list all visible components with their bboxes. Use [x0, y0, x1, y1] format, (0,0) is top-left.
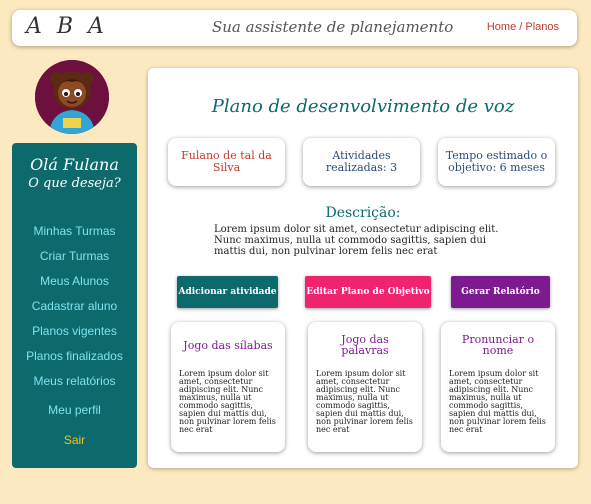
page-title: Plano de desenvolvimento de voz: [211, 96, 515, 117]
activity-card-text: Lorem ipsum dolor sit amet, consectetur …: [316, 369, 413, 434]
activity-card-title: Jogo das palavras: [341, 333, 389, 357]
sidebar-item-cadastrar-aluno[interactable]: Cadastrar aluno: [12, 294, 137, 319]
greeting-question: O que deseja?: [28, 176, 121, 191]
description-text: Lorem ipsum dolor sit amet, consectetur …: [214, 224, 499, 257]
app-logo[interactable]: A B A: [26, 14, 108, 39]
breadcrumb-separator: /: [516, 21, 526, 33]
activity-card[interactable]: Jogo das palavras Lorem ipsum dolor sit …: [308, 322, 422, 452]
activity-card-title: Jogo das sílabas: [183, 338, 273, 352]
activities-count: Atividades realizadas: 3: [325, 149, 398, 174]
sidebar-item-meu-perfil[interactable]: Meu perfil: [12, 398, 137, 423]
edit-plan-button[interactable]: Editar Plano de Objetivo: [305, 276, 431, 308]
description-heading: Descrição:: [325, 205, 401, 221]
plan-panel: Plano de desenvolvimento de voz Fulano d…: [148, 68, 578, 468]
sidebar-menu: Minhas Turmas Criar Turmas Meus Alunos C…: [12, 219, 137, 423]
sidebar-item-meus-alunos[interactable]: Meus Alunos: [12, 269, 137, 294]
breadcrumb: Home / Planos: [487, 21, 559, 33]
activity-card-text: Lorem ipsum dolor sit amet, consectetur …: [179, 369, 276, 434]
student-name: Fulano de tal da Silva: [181, 149, 272, 174]
app-tagline: Sua assistente de planejamento: [212, 18, 454, 36]
estimated-time-card: Tempo estimado o objetivo: 6 meses: [438, 138, 555, 186]
breadcrumb-current-link[interactable]: Planos: [525, 21, 559, 33]
sidebar: Olá Fulana O que deseja? Minhas Turmas C…: [12, 143, 137, 468]
sidebar-item-minhas-turmas[interactable]: Minhas Turmas: [12, 219, 137, 244]
activity-card[interactable]: Pronunciar o nome Lorem ipsum dolor sit …: [441, 322, 555, 452]
logout-link[interactable]: Sair: [12, 433, 137, 447]
avatar: [35, 60, 109, 134]
generate-report-button[interactable]: Gerar Relatório: [451, 276, 550, 308]
activity-card[interactable]: Jogo das sílabas Lorem ipsum dolor sit a…: [171, 322, 285, 452]
sidebar-item-meus-relatorios[interactable]: Meus relatórios: [12, 369, 137, 394]
activities-count-card: Atividades realizadas: 3: [303, 138, 420, 186]
top-bar: A B A Sua assistente de planejamento Hom…: [12, 10, 577, 46]
greeting: Olá Fulana O que deseja?: [12, 155, 137, 193]
estimated-time: Tempo estimado o objetivo: 6 meses: [445, 149, 548, 174]
breadcrumb-home-link[interactable]: Home: [487, 21, 516, 33]
sidebar-item-planos-vigentes[interactable]: Planos vigentes: [12, 319, 137, 344]
activity-card-title: Pronunciar o nome: [461, 333, 535, 357]
student-name-card: Fulano de tal da Silva: [168, 138, 285, 186]
girl-avatar-icon: [35, 60, 109, 134]
sidebar-item-criar-turmas[interactable]: Criar Turmas: [12, 244, 137, 269]
greeting-name: Olá Fulana: [30, 155, 119, 174]
add-activity-button[interactable]: Adicionar atividade: [177, 276, 278, 308]
activity-card-text: Lorem ipsum dolor sit amet, consectetur …: [449, 369, 546, 434]
sidebar-item-planos-finalizados[interactable]: Planos finalizados: [12, 344, 137, 369]
